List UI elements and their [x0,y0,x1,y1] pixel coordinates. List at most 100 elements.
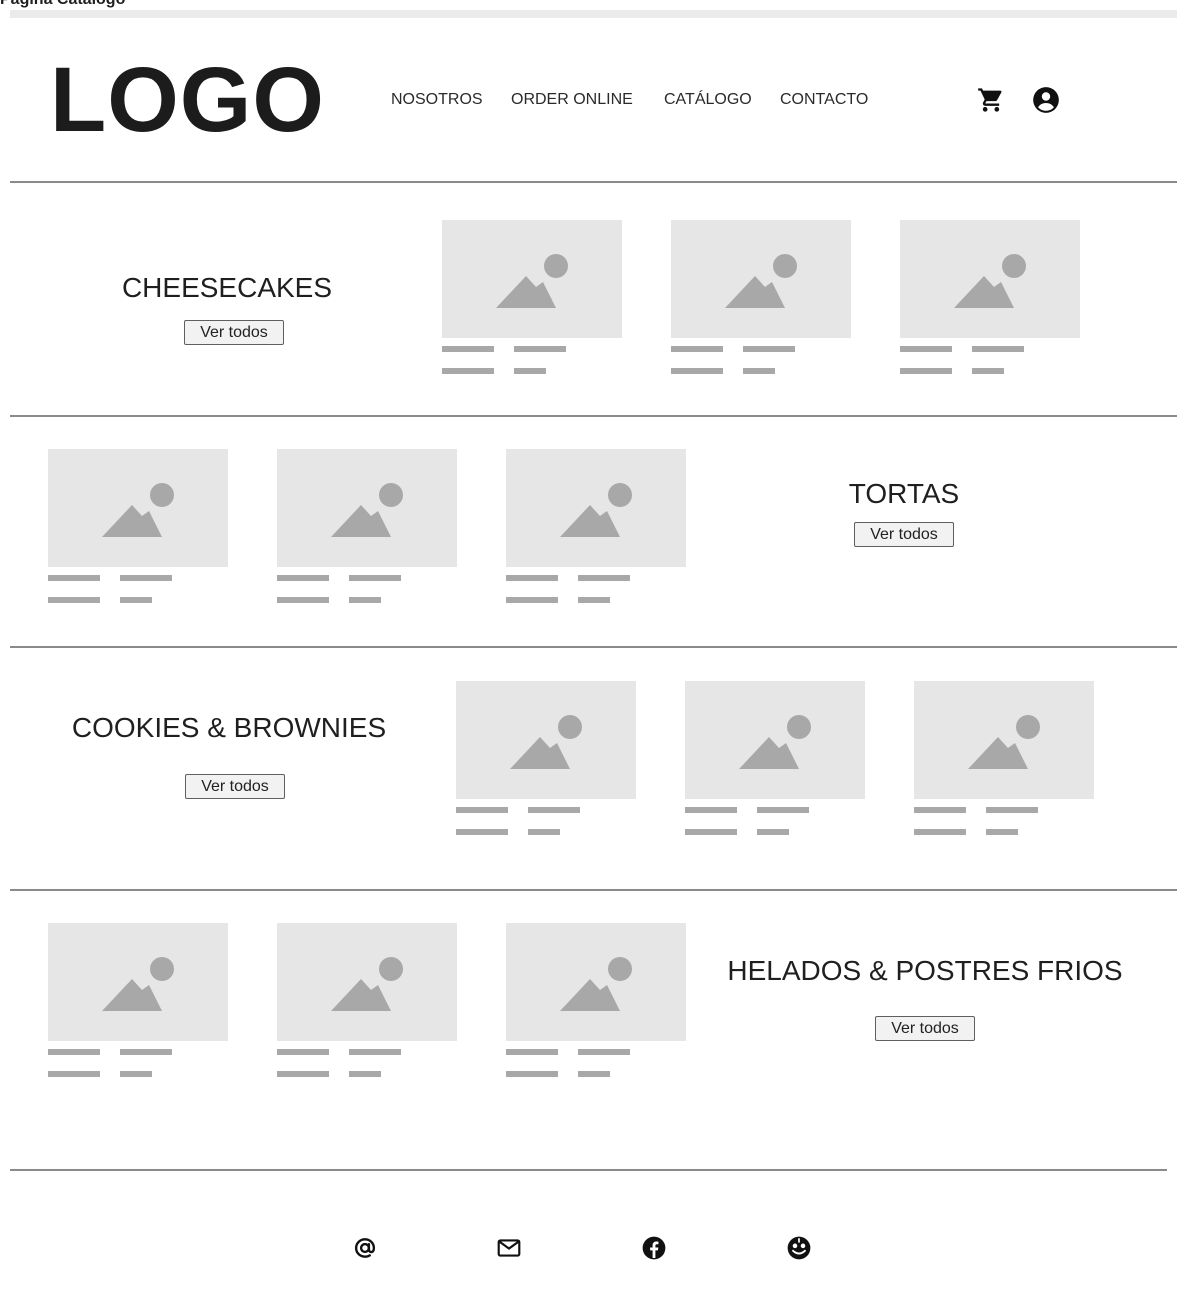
image-placeholder-icon [954,254,1026,308]
image-placeholder-icon [102,483,174,537]
ver-todos-tortas-button[interactable]: Ver todos [854,522,954,547]
text-placeholder [349,1071,381,1077]
product-card[interactable] [900,220,1080,380]
text-placeholder [578,1049,630,1055]
text-placeholder [456,807,508,813]
nav-nosotros[interactable]: NOSOTROS [391,91,483,109]
product-image [277,449,457,567]
text-placeholder [48,575,100,581]
text-placeholder [578,1071,610,1077]
section-title-tortas: TORTAS [848,478,960,509]
text-placeholder [972,346,1024,352]
window-title-bar: Página Catálogo [0,0,1177,20]
product-card[interactable] [914,681,1094,841]
ver-todos-cookies-button[interactable]: Ver todos [185,774,285,799]
text-placeholder [48,1071,100,1077]
product-image [48,449,228,567]
product-image [506,449,686,567]
text-placeholder [986,807,1038,813]
product-image [671,220,851,338]
text-placeholder [757,829,789,835]
social-icon[interactable] [786,1235,812,1266]
image-placeholder-icon [560,957,632,1011]
text-placeholder [757,807,809,813]
product-card[interactable] [685,681,865,841]
at-sign-icon[interactable] [352,1235,378,1266]
text-placeholder [986,829,1018,835]
product-image [685,681,865,799]
product-image [456,681,636,799]
nav-order-online[interactable]: ORDER ONLINE [511,91,633,109]
nav-catalogo[interactable]: CATÁLOGO [664,91,752,109]
product-card[interactable] [506,449,686,609]
text-placeholder [900,346,952,352]
text-placeholder [120,597,152,603]
text-placeholder [578,597,610,603]
image-placeholder-icon [331,483,403,537]
text-placeholder [685,829,737,835]
text-placeholder [578,575,630,581]
image-placeholder-icon [560,483,632,537]
product-card[interactable] [671,220,851,380]
section-title-helados-postres: HELADOS & POSTRES FRIOS [727,955,1123,986]
text-placeholder [506,597,558,603]
image-placeholder-icon [510,715,582,769]
text-placeholder [277,575,329,581]
product-card[interactable] [442,220,622,380]
image-placeholder-icon [102,957,174,1011]
text-placeholder [671,368,723,374]
text-placeholder [914,807,966,813]
product-card[interactable] [48,449,228,609]
text-placeholder [120,575,172,581]
nav-contacto[interactable]: CONTACTO [780,91,868,109]
text-placeholder [120,1071,152,1077]
image-placeholder-icon [739,715,811,769]
product-image [48,923,228,1041]
section-title-cookies-brownies: COOKIES & BROWNIES [71,712,387,743]
text-placeholder [120,1049,172,1055]
product-image [442,220,622,338]
ver-todos-cheesecakes-button[interactable]: Ver todos [184,320,284,345]
product-card[interactable] [506,923,686,1083]
image-placeholder-icon [496,254,568,308]
text-placeholder [528,829,560,835]
divider [10,181,1177,183]
text-placeholder [671,346,723,352]
text-placeholder [349,575,401,581]
text-placeholder [900,368,952,374]
product-card[interactable] [277,923,457,1083]
mail-icon[interactable] [496,1235,522,1266]
product-image [900,220,1080,338]
text-placeholder [743,346,795,352]
text-placeholder [514,368,546,374]
text-placeholder [914,829,966,835]
image-placeholder-icon [725,254,797,308]
logo[interactable]: LOGO [50,50,325,150]
divider [10,646,1177,648]
image-placeholder-icon [331,957,403,1011]
text-placeholder [456,829,508,835]
text-placeholder [277,1049,329,1055]
text-placeholder [442,368,494,374]
top-strip [10,10,1177,18]
text-placeholder [277,1071,329,1077]
product-card[interactable] [48,923,228,1083]
text-placeholder [506,1071,558,1077]
section-title-cheesecakes: CHEESECAKES [121,272,333,303]
text-placeholder [528,807,580,813]
text-placeholder [48,597,100,603]
window-title: Página Catálogo [0,0,125,9]
cart-icon[interactable] [977,86,1005,119]
facebook-icon[interactable] [641,1235,667,1266]
text-placeholder [514,346,566,352]
text-placeholder [48,1049,100,1055]
text-placeholder [442,346,494,352]
divider [10,1169,1167,1171]
text-placeholder [506,575,558,581]
text-placeholder [685,807,737,813]
product-card[interactable] [277,449,457,609]
product-card[interactable] [456,681,636,841]
ver-todos-helados-button[interactable]: Ver todos [875,1016,975,1041]
text-placeholder [743,368,775,374]
account-circle-icon[interactable] [1032,86,1060,119]
